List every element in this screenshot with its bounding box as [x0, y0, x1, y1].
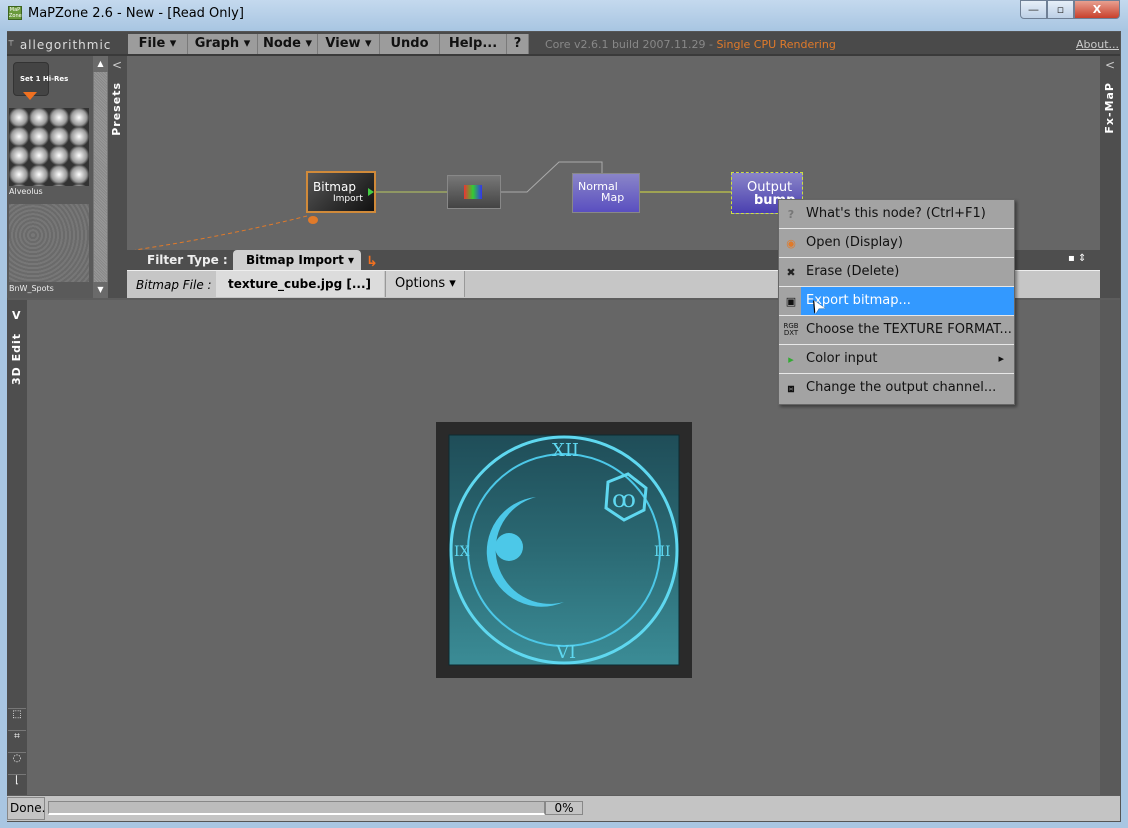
preset-label: Alveolus — [9, 187, 43, 196]
menu-file[interactable]: File ▾ — [128, 34, 188, 54]
progress-bar — [48, 801, 545, 815]
core-version: Core v2.6.1 build 2007.11.29 - Single CP… — [545, 38, 836, 51]
filter-type-tab[interactable]: Bitmap Import ▾ — [233, 250, 361, 271]
node-bitmap-import[interactable]: Bitmap Import — [306, 171, 376, 213]
presets-tab-label: Presets — [110, 82, 123, 136]
plane-icon[interactable]: ⌊ — [8, 774, 26, 796]
texture-preview[interactable]: ꝏ XII III VI IX — [436, 422, 692, 678]
about-link[interactable]: About... — [1076, 38, 1119, 51]
menu-help[interactable]: Help... — [440, 34, 507, 54]
status-text: Done. — [7, 797, 45, 820]
menu-item-color-input[interactable]: ▸ Color input ▸ — [779, 345, 1014, 374]
eye-icon: ◉ — [786, 237, 796, 250]
menu-view[interactable]: View ▾ — [318, 34, 380, 54]
numeral: XII — [552, 440, 579, 461]
app-icon: MaP Zone — [8, 6, 22, 20]
node-color-filter[interactable] — [447, 175, 501, 209]
whats-this-button[interactable]: ? — [507, 34, 529, 54]
preset-label: BnW_Spots — [9, 284, 54, 293]
render-mode: Single CPU Rendering — [716, 38, 836, 51]
color-input-icon: ▸ — [788, 353, 794, 366]
clock-texture-image: ꝏ XII III VI IX — [448, 434, 680, 666]
eye-icon[interactable] — [308, 216, 318, 224]
output-port-icon[interactable] — [368, 188, 374, 196]
window-title: MaPZone 2.6 - New - [Read Only] — [28, 6, 244, 21]
minimize-button[interactable]: — — [1020, 0, 1047, 19]
sphere-icon[interactable]: ◌ — [8, 752, 26, 774]
preset-thumb-bnw-spots[interactable] — [9, 204, 89, 282]
progress-percent: 0% — [545, 801, 583, 815]
preset-set-label: Set 1 Hi-Res — [20, 75, 69, 83]
preset-thumb-alveolus[interactable] — [9, 108, 89, 186]
menu-item-texture-format[interactable]: RGB DXT Choose the TEXTURE FORMAT... — [779, 316, 1014, 345]
presets-scrollbar[interactable] — [93, 56, 108, 298]
collapse-presets-button[interactable]: < — [112, 58, 122, 72]
fx-map-tab-label: Fx-MaP — [1103, 82, 1116, 134]
rgb-dxt-icon: RGB DXT — [783, 322, 799, 337]
dropdown-arrow-icon[interactable] — [23, 92, 37, 100]
tile-icon[interactable]: ⌗ — [8, 730, 26, 752]
bitmap-file-field[interactable]: texture_cube.jpg [...] — [216, 271, 384, 297]
numeral: VI — [555, 642, 576, 663]
submenu-arrow-icon: ▸ — [998, 352, 1004, 365]
save-icon: ▣ — [785, 295, 797, 308]
undo-button[interactable]: Undo — [380, 34, 440, 54]
close-button[interactable]: X — [1074, 0, 1120, 19]
maximize-button[interactable]: ▫ — [1047, 0, 1074, 19]
node-title: Bitmap — [313, 180, 356, 194]
menu-graph[interactable]: Graph ▾ — [188, 34, 258, 54]
question-icon: ? — [787, 208, 795, 221]
node-subtitle: Map — [601, 191, 625, 204]
options-dropdown[interactable]: Options ▾ — [385, 271, 465, 297]
filter-icon — [464, 185, 482, 199]
collapse-fx-button[interactable]: < — [1105, 58, 1115, 72]
bitmap-file-label: Bitmap File : — [136, 278, 212, 292]
jump-arrow-icon[interactable]: ↳ — [366, 254, 378, 270]
menu-item-output-channel[interactable]: ⧈ Change the output channel... — [779, 374, 1014, 403]
output-channel-icon: ⧈ — [787, 382, 795, 395]
preview-link — [134, 215, 308, 250]
node-normal-map[interactable]: Normal Map — [572, 173, 640, 213]
menu-item-erase[interactable]: ✖ Erase (Delete) — [779, 258, 1014, 287]
emblem-glyph: ꝏ — [612, 485, 636, 513]
3d-edit-tab-label: 3D Edit — [10, 333, 23, 386]
erase-icon: ✖ — [786, 266, 796, 279]
menu-item-open[interactable]: ◉ Open (Display) — [779, 229, 1014, 258]
filter-type-label: Filter Type : — [147, 253, 228, 267]
right-panel-strip — [1100, 300, 1120, 795]
node-subtitle: Import — [333, 194, 363, 204]
scroll-down-button[interactable]: ▼ — [93, 282, 108, 298]
allegorithmic-logo: ⸆ allegorithmic — [8, 38, 112, 52]
collapse-3d-edit-button[interactable]: V — [12, 309, 21, 322]
numeral: III — [654, 544, 671, 560]
numeral: IX — [454, 544, 470, 560]
panel-resize-icon[interactable]: ▪ ⇕ — [1068, 253, 1086, 264]
menu-item-whats-this[interactable]: ? What's this node? (Ctrl+F1) — [779, 200, 1014, 229]
zoom-fit-icon[interactable]: ⬚ — [8, 708, 26, 730]
menu-node[interactable]: Node ▾ — [258, 34, 318, 54]
scroll-up-button[interactable]: ▲ — [93, 56, 108, 72]
